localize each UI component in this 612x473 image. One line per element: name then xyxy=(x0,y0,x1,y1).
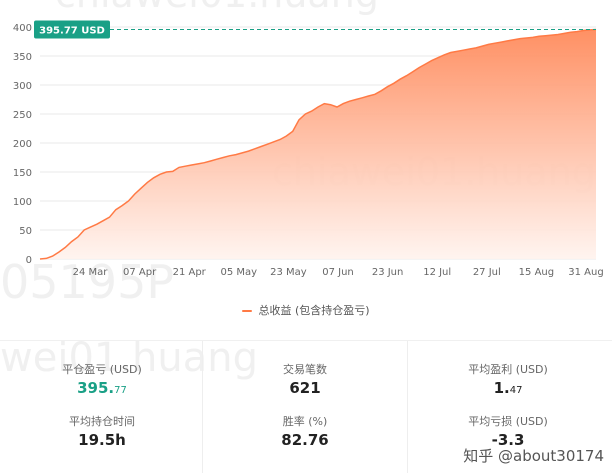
y-tick-label: 0 xyxy=(26,255,32,266)
y-tick-label: 50 xyxy=(19,226,32,237)
avg-profit-value: 1.47 xyxy=(406,379,610,397)
chart-legend[interactable]: 总收益 (包含持仓盈亏) xyxy=(0,302,612,318)
trade-count-label: 交易笔数 xyxy=(283,363,327,376)
x-tick-label: 05 May xyxy=(221,267,258,278)
x-tick-label: 23 May xyxy=(270,267,307,278)
x-tick-label: 21 Apr xyxy=(173,267,207,278)
reference-badge-label: 395.77 USD xyxy=(39,25,105,36)
win-rate-label: 胜率 (%) xyxy=(282,415,328,428)
x-tick-label: 31 Aug xyxy=(568,267,603,278)
avg-profit-main: 1. xyxy=(493,379,510,397)
x-tick-label: 24 Mar xyxy=(73,267,109,278)
series-area xyxy=(40,29,596,259)
y-tick-label: 350 xyxy=(13,52,32,63)
x-tick-label: 27 Jul xyxy=(473,267,501,278)
closed-pnl-value: 395.77 xyxy=(0,379,204,397)
y-tick-label: 100 xyxy=(13,197,32,208)
y-tick-label: 150 xyxy=(13,168,32,179)
author-handle: 知乎 @about30174 xyxy=(463,445,604,466)
y-tick-label: 400 xyxy=(13,23,32,34)
x-tick-label: 12 Jul xyxy=(423,267,451,278)
avg-profit-label: 平均盈利 (USD) xyxy=(468,363,548,376)
trade-count-value: 621 xyxy=(289,379,321,397)
x-tick-label: 23 Jun xyxy=(372,267,404,278)
closed-pnl-label: 平仓盈亏 (USD) xyxy=(62,363,142,376)
avg-loss-label: 平均亏损 (USD) xyxy=(468,415,548,428)
avg-profit-decimals: 47 xyxy=(509,385,523,396)
legend-label: 总收益 (包含持仓盈亏) xyxy=(258,304,370,317)
y-tick-label: 250 xyxy=(13,110,32,121)
stats-column-2: 交易笔数 621 胜率 (%) 82.76 xyxy=(202,341,408,473)
y-tick-label: 200 xyxy=(13,139,32,150)
closed-pnl-main: 395. xyxy=(77,379,115,397)
win-rate-value: 82.76 xyxy=(281,431,329,449)
stats-column-1: 平仓盈亏 (USD) 395.77 平均持仓时间 19.5h xyxy=(0,341,204,473)
x-tick-label: 15 Aug xyxy=(519,267,554,278)
x-tick-label: 07 Jun xyxy=(322,267,354,278)
x-tick-label: 07 Apr xyxy=(123,267,157,278)
legend-swatch xyxy=(242,310,253,312)
avg-hold-time-value: 19.5h xyxy=(78,431,126,449)
avg-hold-time-label: 平均持仓时间 xyxy=(69,415,135,428)
y-tick-label: 300 xyxy=(13,81,32,92)
closed-pnl-decimals: 77 xyxy=(114,385,127,396)
equity-chart: 0 50 100 150 200 250 300 350 400 395.77 USD 24 Mar… xyxy=(13,20,604,278)
